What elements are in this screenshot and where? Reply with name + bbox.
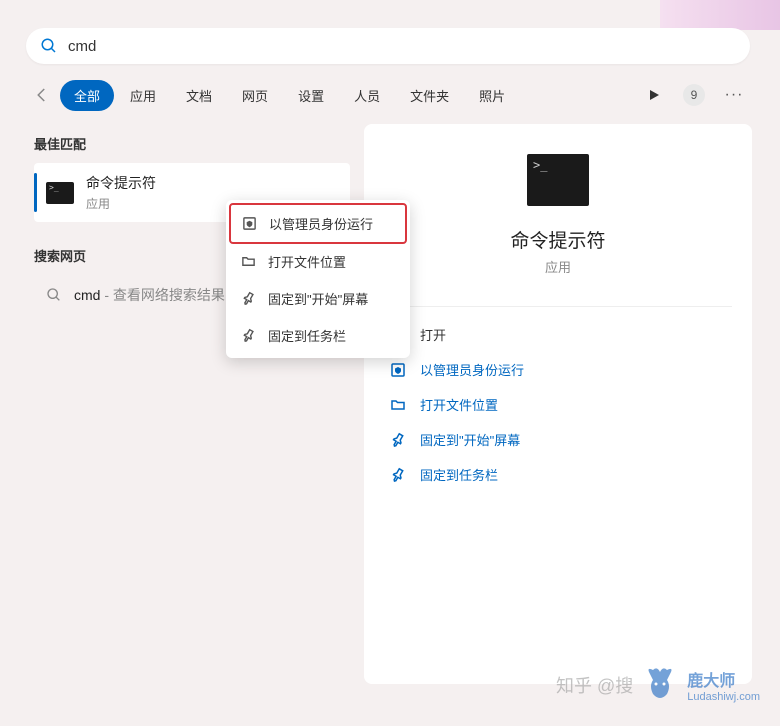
ctx-run-as-admin[interactable]: 以管理员身份运行 [229,203,407,244]
filter-tab-photos[interactable]: 照片 [465,80,519,111]
action-open[interactable]: 打开 [384,317,732,352]
filter-row: 全部 应用 文档 网页 设置 人员 文件夹 照片 9 ··· [26,78,750,112]
folder-icon [390,397,406,413]
filter-tab-apps[interactable]: 应用 [116,80,170,111]
pin-icon [240,291,256,307]
search-box[interactable] [26,28,750,64]
detail-app-icon [527,154,589,206]
arrow-left-icon [33,86,51,104]
search-icon [40,37,58,55]
detail-panel: 命令提示符 应用 打开 以管理员身份运行 打开文件位置 固定到"开始"屏幕 固定… [364,124,752,684]
admin-icon [390,362,406,378]
admin-icon [241,216,257,232]
search-icon [46,287,62,303]
filter-tab-web[interactable]: 网页 [228,80,282,111]
pin-icon [240,328,256,344]
detail-title: 命令提示符 [384,226,732,253]
action-pin-taskbar[interactable]: 固定到任务栏 [384,457,732,492]
back-button[interactable] [26,79,58,111]
folder-icon [240,254,256,270]
search-input[interactable] [68,38,736,55]
ctx-pin-taskbar[interactable]: 固定到任务栏 [230,317,406,354]
ctx-open-location[interactable]: 打开文件位置 [230,243,406,280]
web-result-text: cmd - 查看网络搜索结果 [74,285,225,305]
action-pin-start[interactable]: 固定到"开始"屏幕 [384,422,732,457]
action-open-location[interactable]: 打开文件位置 [384,387,732,422]
deer-logo-icon [639,664,681,706]
filter-tab-documents[interactable]: 文档 [172,80,226,111]
more-icon: ··· [725,86,744,104]
filter-tab-folders[interactable]: 文件夹 [396,80,463,111]
action-run-as-admin[interactable]: 以管理员身份运行 [384,352,732,387]
result-title: 命令提示符 [86,173,156,193]
result-subtitle: 应用 [86,195,156,212]
play-button[interactable] [638,79,670,111]
badge-button[interactable]: 9 [678,79,710,111]
detail-type: 应用 [384,257,732,276]
context-menu: 以管理员身份运行 打开文件位置 固定到"开始"屏幕 固定到任务栏 [226,200,410,358]
filter-tab-settings[interactable]: 设置 [284,80,338,111]
filter-tab-people[interactable]: 人员 [340,80,394,111]
cmd-app-icon [46,182,74,204]
badge-count: 9 [683,84,705,106]
pin-icon [390,467,406,483]
best-match-label: 最佳匹配 [34,134,350,153]
ctx-pin-start[interactable]: 固定到"开始"屏幕 [230,280,406,317]
more-button[interactable]: ··· [718,79,750,111]
filter-tab-all[interactable]: 全部 [60,80,114,111]
watermark: 知乎 @搜 鹿大师 Ludashiwj.com [556,664,760,706]
pin-icon [390,432,406,448]
play-icon [648,89,660,101]
